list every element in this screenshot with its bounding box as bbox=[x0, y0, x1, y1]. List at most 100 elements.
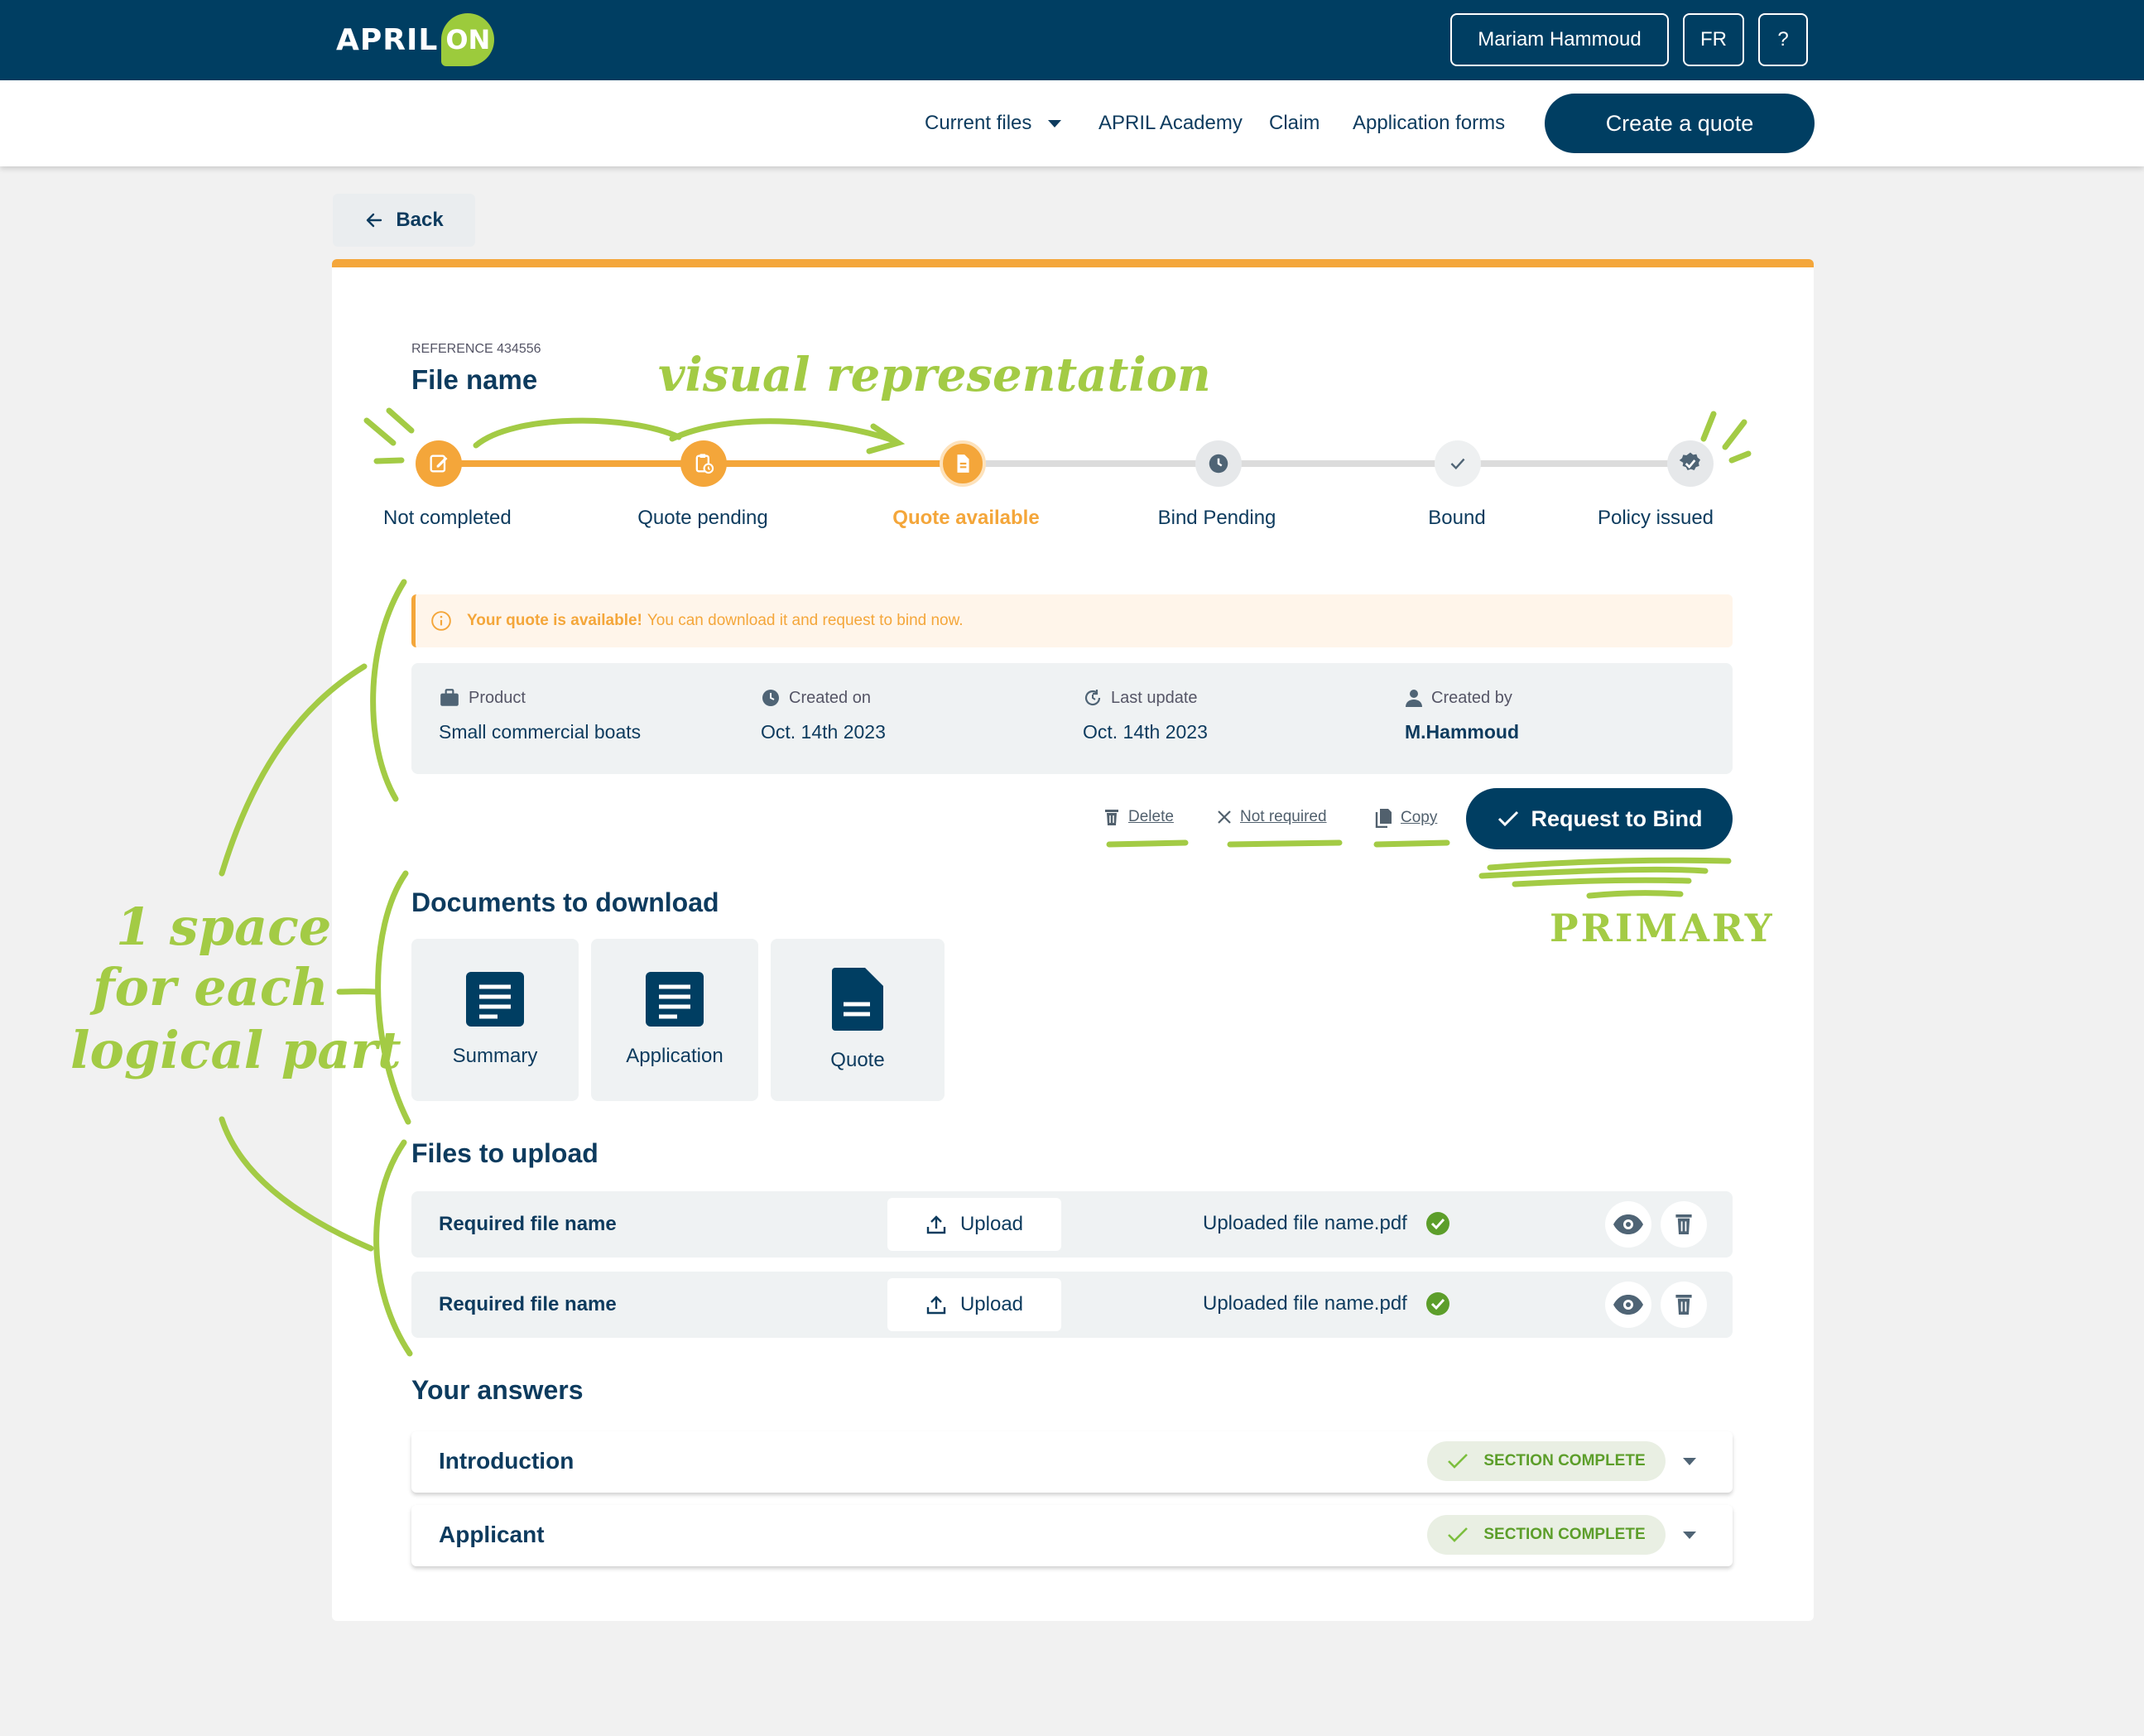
product-label: Product bbox=[439, 688, 526, 708]
summary-document-icon bbox=[466, 972, 524, 1027]
back-label: Back bbox=[396, 209, 444, 231]
section-complete-badge: SECTION COMPLETE bbox=[1427, 1515, 1666, 1555]
not-required-link[interactable]: Not required bbox=[1217, 808, 1327, 826]
check-circle-icon bbox=[1425, 1212, 1449, 1235]
upload-row: Required file name Upload Uploaded file … bbox=[411, 1272, 1733, 1338]
april-on-logo[interactable]: APRIL ON bbox=[336, 13, 495, 66]
last-update-value: Oct. 14th 2023 bbox=[1083, 721, 1208, 743]
not-required-label: Not required bbox=[1240, 808, 1327, 825]
step-bind-pending-icon bbox=[1195, 440, 1242, 487]
copy-label: Copy bbox=[1401, 809, 1438, 826]
eye-icon bbox=[1613, 1295, 1643, 1315]
quote-document-icon bbox=[832, 968, 883, 1031]
created-on-value: Oct. 14th 2023 bbox=[761, 721, 886, 743]
alert-strong-text: Your quote is available! bbox=[467, 612, 642, 629]
check-icon bbox=[1448, 1527, 1469, 1542]
answer-section-title: Introduction bbox=[439, 1448, 574, 1474]
step-label-quote-available: Quote available bbox=[892, 507, 1040, 529]
trash-icon bbox=[1675, 1214, 1692, 1234]
annotation-space-line-2: for each bbox=[93, 957, 329, 1017]
info-icon bbox=[431, 611, 451, 631]
help-button[interactable]: ? bbox=[1758, 13, 1808, 66]
nav-bar: Current files APRIL Academy Claim Applic… bbox=[0, 80, 2144, 166]
view-file-button[interactable] bbox=[1605, 1282, 1651, 1328]
quote-available-alert: Your quote is available! You can downloa… bbox=[411, 594, 1733, 647]
uploaded-file: Uploaded file name.pdf bbox=[1203, 1211, 1450, 1236]
answer-section-introduction[interactable]: Introduction SECTION COMPLETE bbox=[411, 1431, 1733, 1493]
create-quote-button[interactable]: Create a quote bbox=[1545, 94, 1815, 153]
answer-section-applicant[interactable]: Applicant SECTION COMPLETE bbox=[411, 1505, 1733, 1566]
last-update-label-text: Last update bbox=[1111, 688, 1198, 707]
delete-file-button[interactable] bbox=[1661, 1282, 1707, 1328]
uploads-section-title: Files to upload bbox=[411, 1138, 598, 1168]
trash-icon bbox=[1105, 810, 1118, 825]
step-bound-icon bbox=[1435, 440, 1481, 487]
nav-claim[interactable]: Claim bbox=[1269, 112, 1320, 135]
file-reference: REFERENCE 434556 bbox=[411, 342, 541, 356]
product-value: Small commercial boats bbox=[439, 721, 642, 743]
upload-icon bbox=[926, 1296, 946, 1315]
back-button[interactable]: Back bbox=[333, 194, 475, 247]
uploaded-file: Uploaded file name.pdf bbox=[1203, 1291, 1450, 1316]
copy-icon bbox=[1375, 809, 1392, 828]
logo-text: APRIL bbox=[336, 22, 439, 57]
nav-current-files-label: Current files bbox=[925, 112, 1032, 134]
step-label-quote-pending: Quote pending bbox=[637, 507, 768, 529]
section-complete-label: SECTION COMPLETE bbox=[1483, 1452, 1646, 1469]
upload-button-label: Upload bbox=[959, 1213, 1024, 1235]
created-by-label: Created by bbox=[1405, 688, 1512, 708]
nav-april-academy[interactable]: APRIL Academy bbox=[1098, 112, 1243, 135]
briefcase-icon bbox=[440, 689, 459, 706]
document-summary-label: Summary bbox=[452, 1045, 538, 1067]
document-application-tile[interactable]: Application bbox=[591, 939, 758, 1101]
step-quote-pending-icon bbox=[680, 440, 727, 487]
uploaded-file-name: Uploaded file name.pdf bbox=[1203, 1212, 1407, 1234]
upload-button[interactable]: Upload bbox=[887, 1198, 1061, 1251]
annotation-visual-representation: visual representation bbox=[658, 348, 1211, 402]
delete-link[interactable]: Delete bbox=[1103, 808, 1174, 826]
chevron-down-icon[interactable] bbox=[1683, 1458, 1696, 1465]
delete-file-button[interactable] bbox=[1661, 1201, 1707, 1248]
upload-button[interactable]: Upload bbox=[887, 1278, 1061, 1331]
alert-text: You can download it and request to bind … bbox=[647, 612, 964, 629]
copy-link[interactable]: Copy bbox=[1374, 808, 1437, 828]
request-to-bind-button[interactable]: Request to Bind bbox=[1466, 788, 1733, 849]
document-quote-tile[interactable]: Quote bbox=[771, 939, 945, 1101]
chevron-down-icon bbox=[1048, 119, 1062, 127]
user-menu-button[interactable]: Mariam Hammoud bbox=[1450, 13, 1669, 66]
delete-label: Delete bbox=[1128, 808, 1174, 825]
last-update-label: Last update bbox=[1083, 688, 1198, 708]
eye-icon bbox=[1613, 1214, 1643, 1234]
trash-icon bbox=[1675, 1295, 1692, 1315]
arrow-left-icon bbox=[367, 213, 382, 228]
created-by-value: M.Hammoud bbox=[1405, 721, 1519, 743]
stepper-progress-todo bbox=[964, 460, 1692, 467]
document-application-label: Application bbox=[626, 1045, 723, 1067]
check-icon bbox=[1497, 810, 1518, 827]
created-by-label-text: Created by bbox=[1431, 688, 1512, 707]
request-to-bind-label: Request to Bind bbox=[1531, 805, 1703, 831]
check-circle-icon bbox=[1425, 1292, 1449, 1315]
section-complete-label: SECTION COMPLETE bbox=[1483, 1526, 1646, 1543]
chevron-down-icon[interactable] bbox=[1683, 1532, 1696, 1539]
step-quote-available-icon bbox=[940, 440, 986, 487]
view-file-button[interactable] bbox=[1605, 1201, 1651, 1248]
document-summary-tile[interactable]: Summary bbox=[411, 939, 579, 1101]
file-name: File name bbox=[411, 364, 538, 395]
nav-current-files[interactable]: Current files bbox=[925, 112, 1062, 135]
answers-section-title: Your answers bbox=[411, 1375, 584, 1405]
step-label-policy-issued: Policy issued bbox=[1597, 507, 1714, 529]
annotation-space-line-1: 1 space bbox=[116, 897, 332, 957]
step-label-not-completed: Not completed bbox=[383, 507, 512, 529]
history-icon bbox=[1084, 690, 1101, 706]
created-on-label-text: Created on bbox=[789, 688, 871, 707]
language-button[interactable]: FR bbox=[1683, 13, 1744, 66]
document-quote-label: Quote bbox=[830, 1049, 885, 1071]
check-icon bbox=[1448, 1454, 1469, 1469]
upload-button-label: Upload bbox=[959, 1293, 1024, 1315]
created-on-label: Created on bbox=[761, 688, 871, 708]
upload-row: Required file name Upload Uploaded file … bbox=[411, 1191, 1733, 1258]
file-metadata-panel: Product Small commercial boats Created o… bbox=[411, 663, 1733, 774]
nav-application-forms[interactable]: Application forms bbox=[1353, 112, 1505, 135]
documents-section-title: Documents to download bbox=[411, 887, 719, 917]
